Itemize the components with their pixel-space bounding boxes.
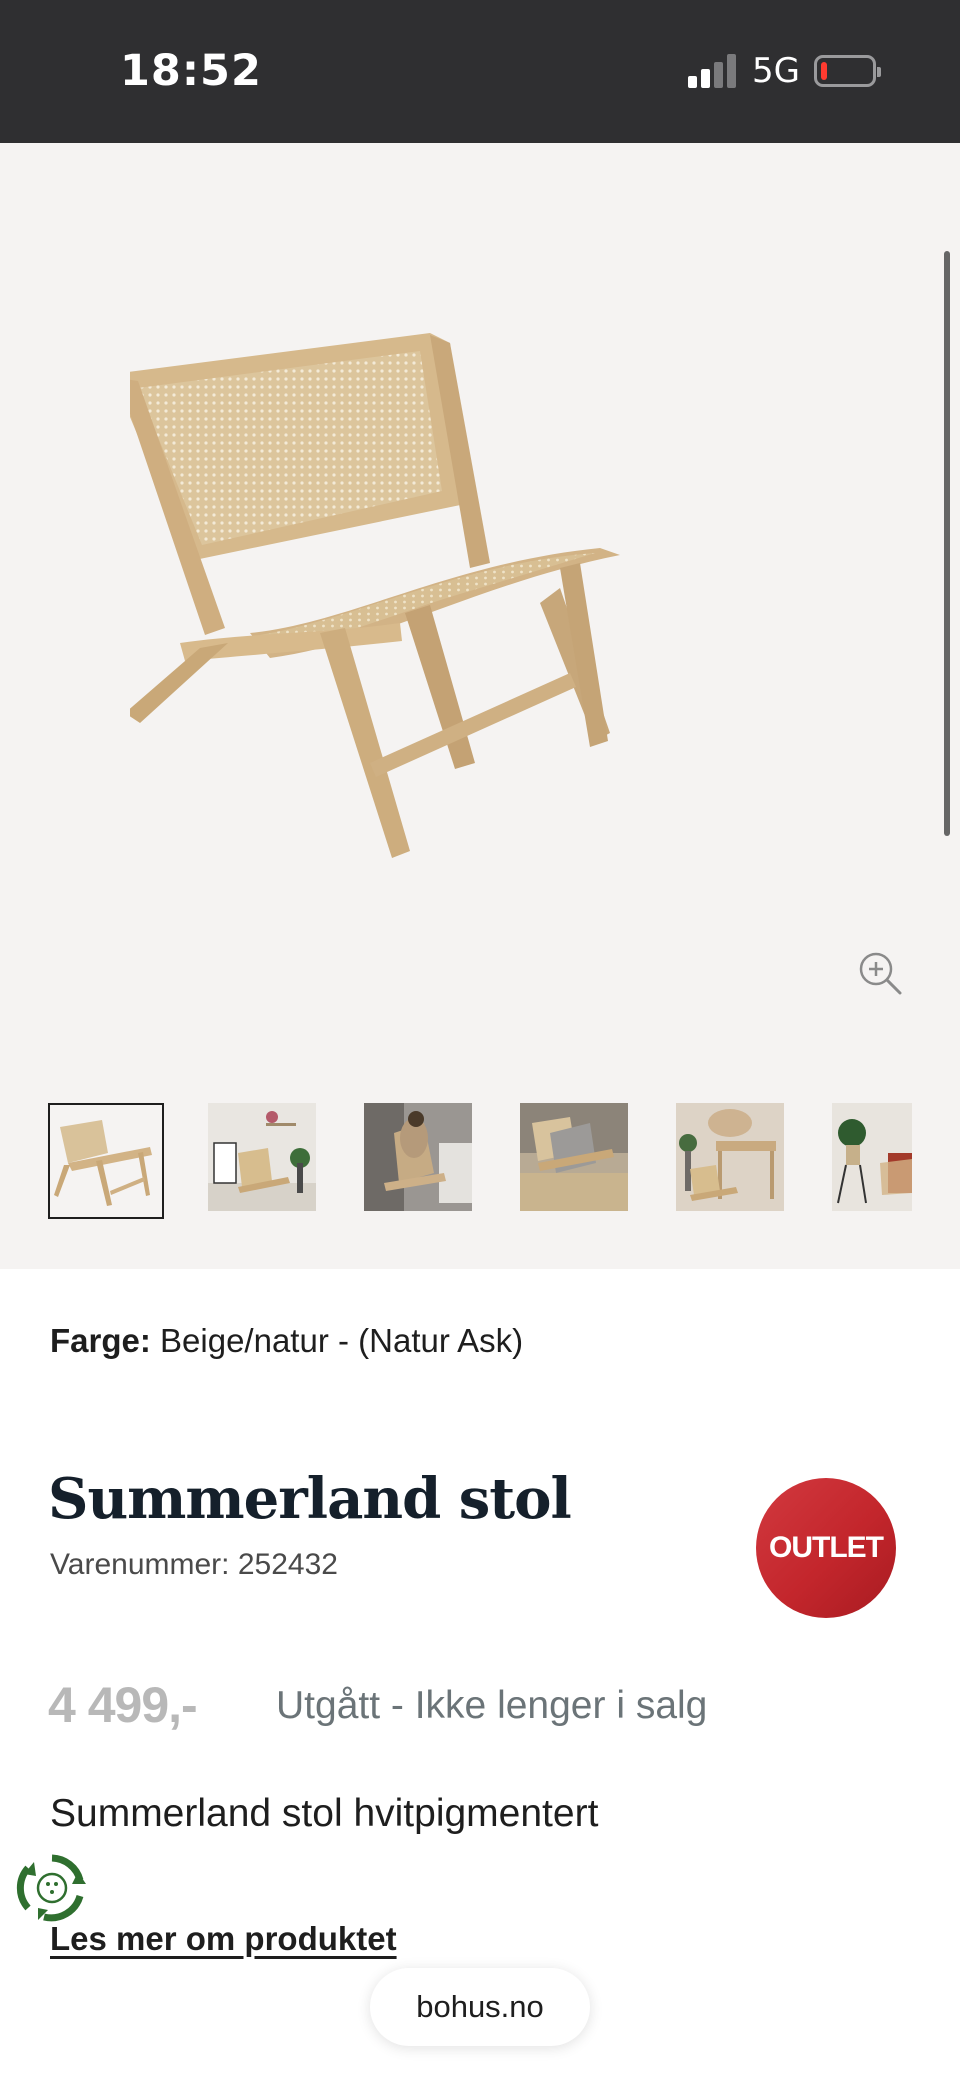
- availability-status: Utgått - Ikke lenger i salg: [276, 1684, 708, 1727]
- lounge-chair-image[interactable]: [130, 263, 850, 983]
- url-text: bohus.no: [416, 1989, 544, 2024]
- signal-icon: [688, 54, 736, 88]
- image-scrollbar[interactable]: [944, 251, 950, 836]
- thumbnail-2[interactable]: [208, 1103, 324, 1219]
- thumbnail-1[interactable]: [48, 1103, 164, 1219]
- chair-product-thumbnail: [54, 1120, 152, 1206]
- battery-icon: [814, 55, 881, 87]
- thumbnail-strip: [48, 1103, 960, 1223]
- chair-outdoor-thumbnail: [520, 1103, 628, 1211]
- color-selection: Farge: Beige/natur - (Natur Ask): [50, 1322, 523, 1360]
- browser-url-bar[interactable]: bohus.no: [370, 1968, 590, 2046]
- outlet-badge-label: OUTLET: [769, 1531, 884, 1564]
- recycle-icon[interactable]: [14, 1850, 90, 1926]
- status-bar: 18:52 5G: [0, 0, 960, 143]
- product-title: Summerland stol: [48, 1466, 572, 1532]
- product-price: 4 499,-: [48, 1677, 198, 1733]
- zoom-in-icon[interactable]: [856, 949, 904, 997]
- chair-plant-thumbnail: [832, 1103, 912, 1211]
- short-description: Summerland stol hvitpigmentert: [50, 1792, 599, 1835]
- chair-person-thumbnail: [364, 1103, 472, 1211]
- outlet-badge: OUTLET: [756, 1478, 896, 1618]
- thumbnail-6[interactable]: [832, 1103, 912, 1219]
- color-label: Farge:: [50, 1322, 151, 1359]
- status-time: 18:52: [120, 46, 262, 96]
- product-gallery: [0, 143, 960, 1269]
- product-sku: Varenummer: 252432: [50, 1548, 338, 1581]
- thumbnail-4[interactable]: [520, 1103, 636, 1219]
- read-more-link[interactable]: Les mer om produktet: [50, 1920, 397, 1958]
- chair-room-thumbnail: [208, 1103, 316, 1211]
- thumbnail-5[interactable]: [676, 1103, 792, 1219]
- battery-level: [821, 62, 827, 80]
- chair-desk-thumbnail: [676, 1103, 784, 1211]
- thumbnail-3[interactable]: [364, 1103, 480, 1219]
- network-type: 5G: [752, 51, 800, 91]
- color-value: Beige/natur - (Natur Ask): [160, 1322, 524, 1359]
